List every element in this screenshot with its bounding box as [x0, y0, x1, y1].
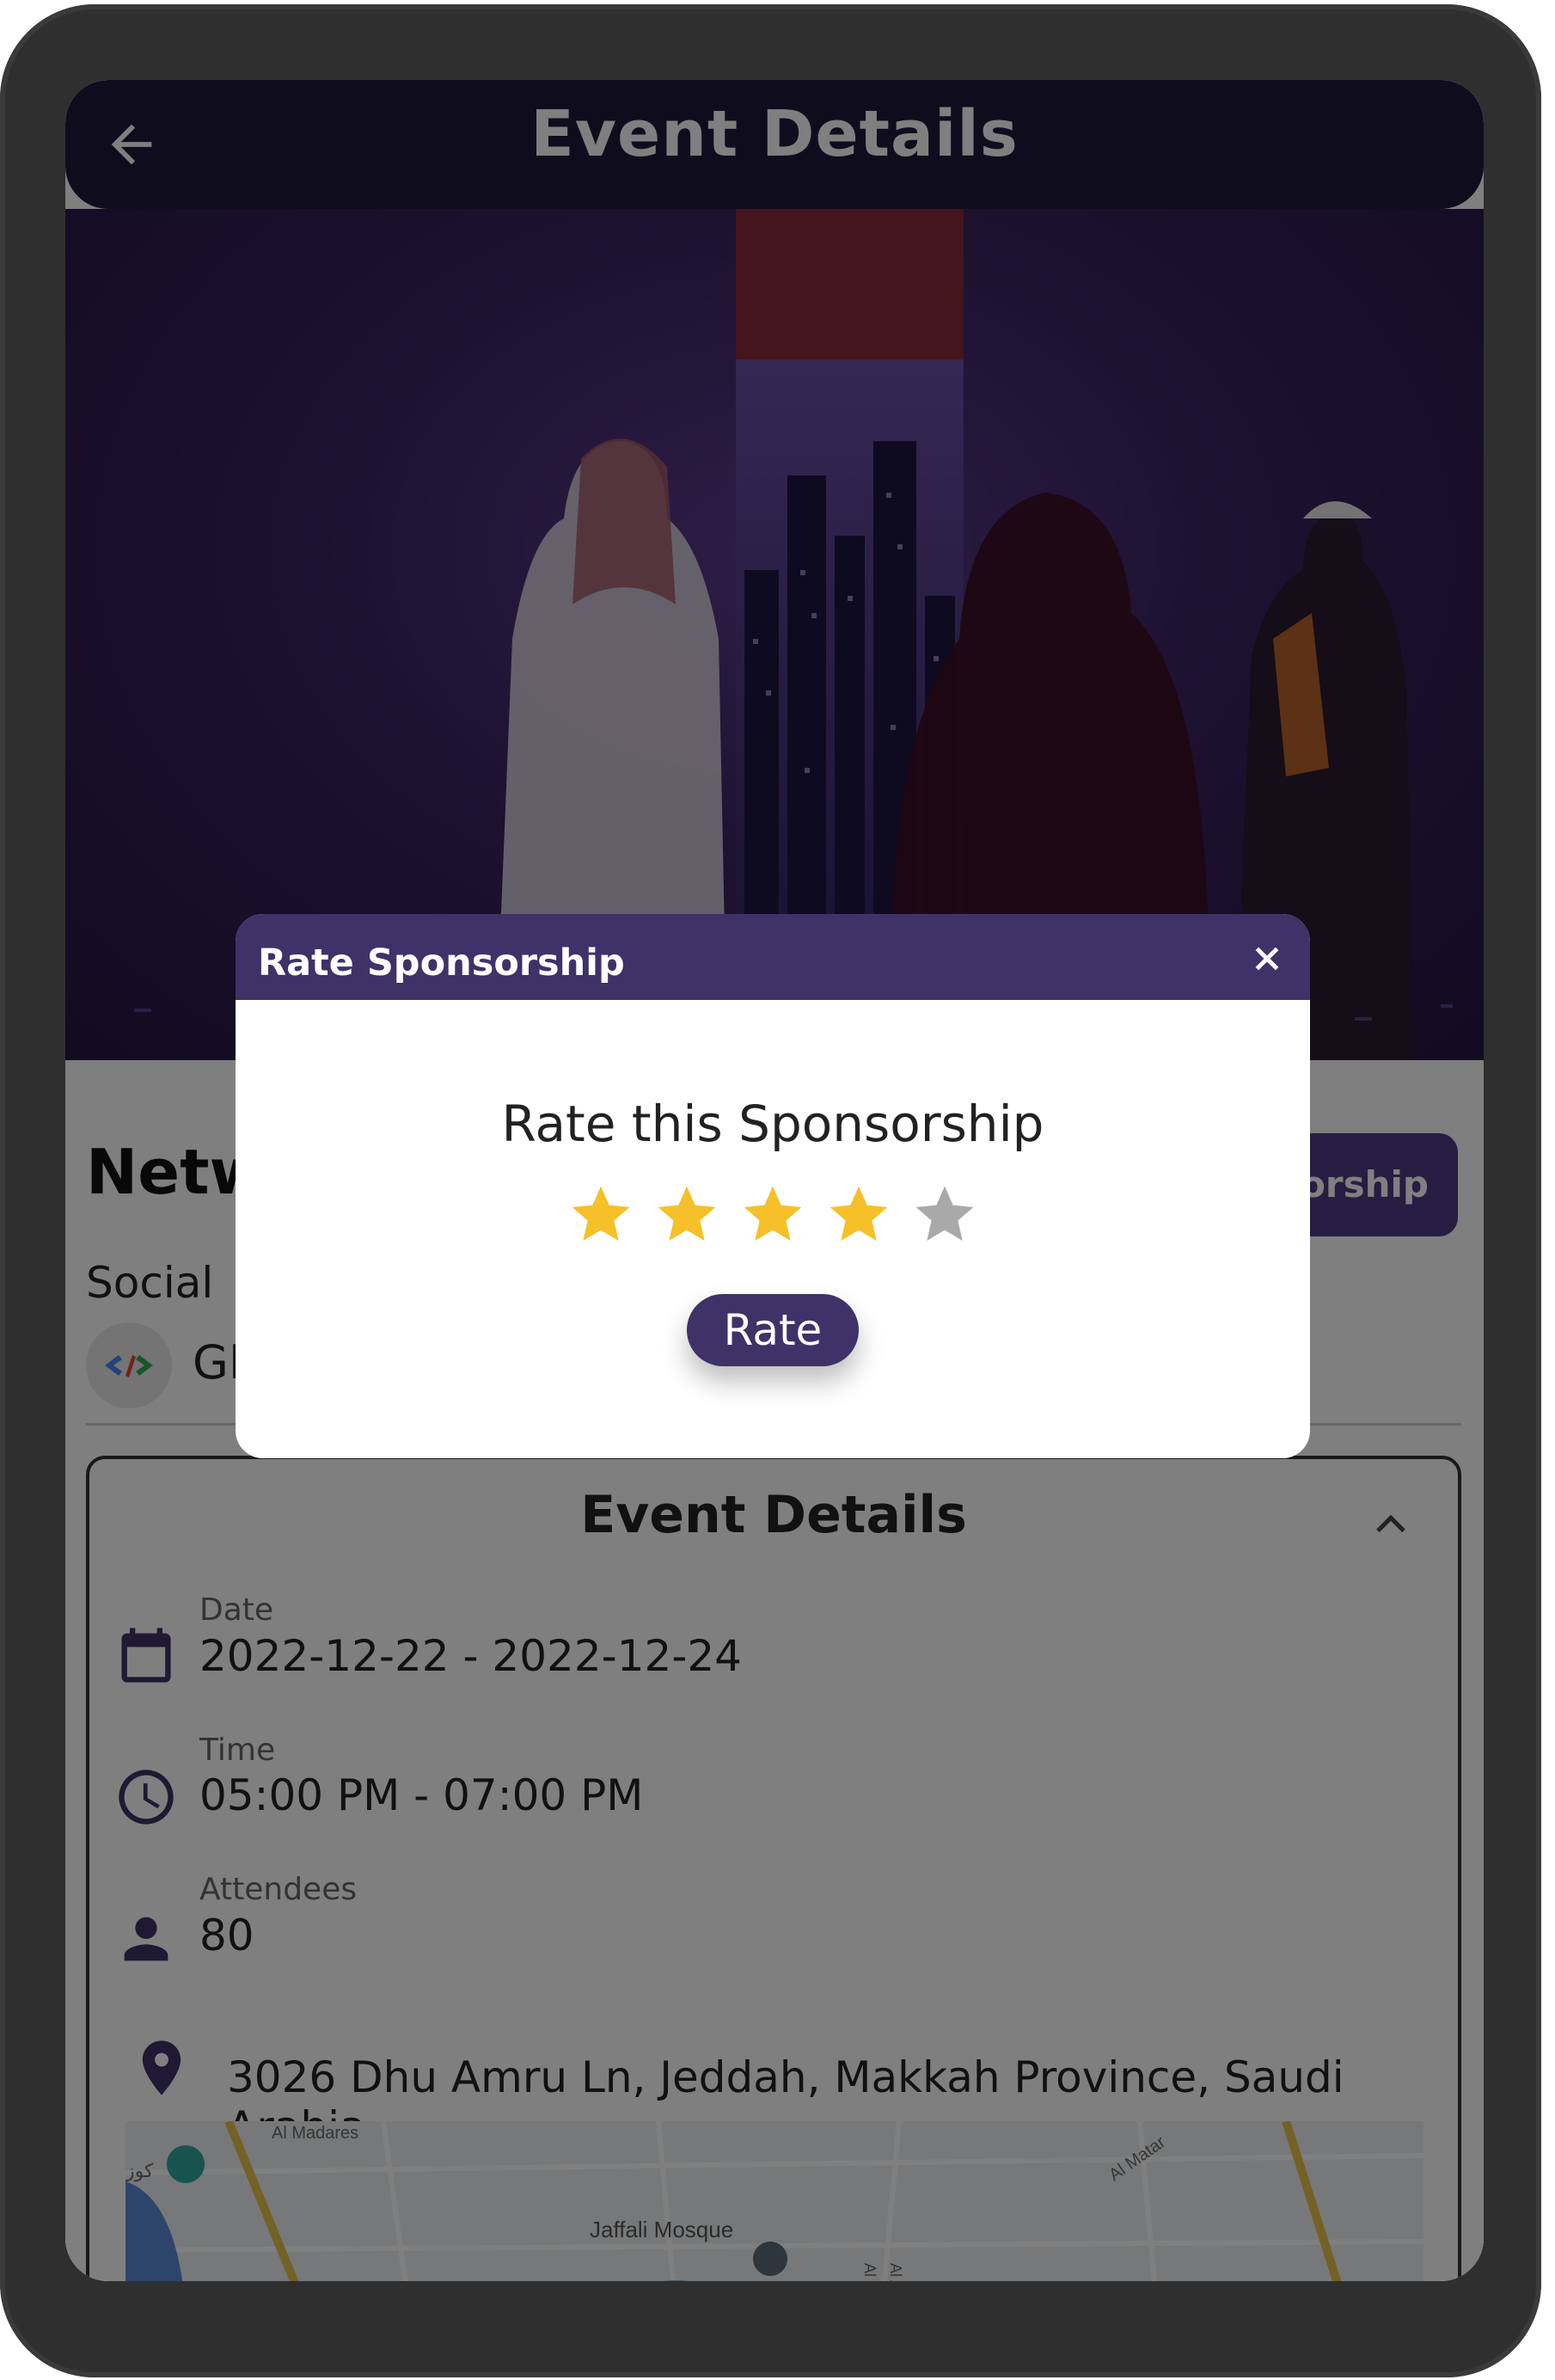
star-1-icon[interactable]	[566, 1181, 635, 1249]
close-icon[interactable]	[1250, 942, 1284, 976]
app-screen: Event Details	[65, 80, 1484, 2281]
rating-prompt: Rate this Sponsorship	[501, 1095, 1044, 1153]
star-2-icon[interactable]	[652, 1181, 721, 1249]
rate-sponsorship-dialog: Rate Sponsorship Rate this Sponsorship R…	[236, 914, 1310, 1458]
phone-frame: Event Details	[0, 4, 1541, 2377]
star-4-icon[interactable]	[824, 1181, 893, 1249]
star-rating[interactable]	[566, 1181, 979, 1258]
star-5-icon[interactable]	[910, 1181, 979, 1249]
dialog-header: Rate Sponsorship	[236, 914, 1310, 1000]
rate-button[interactable]: Rate	[687, 1294, 859, 1366]
star-3-icon[interactable]	[738, 1181, 807, 1249]
dialog-title: Rate Sponsorship	[258, 942, 625, 985]
